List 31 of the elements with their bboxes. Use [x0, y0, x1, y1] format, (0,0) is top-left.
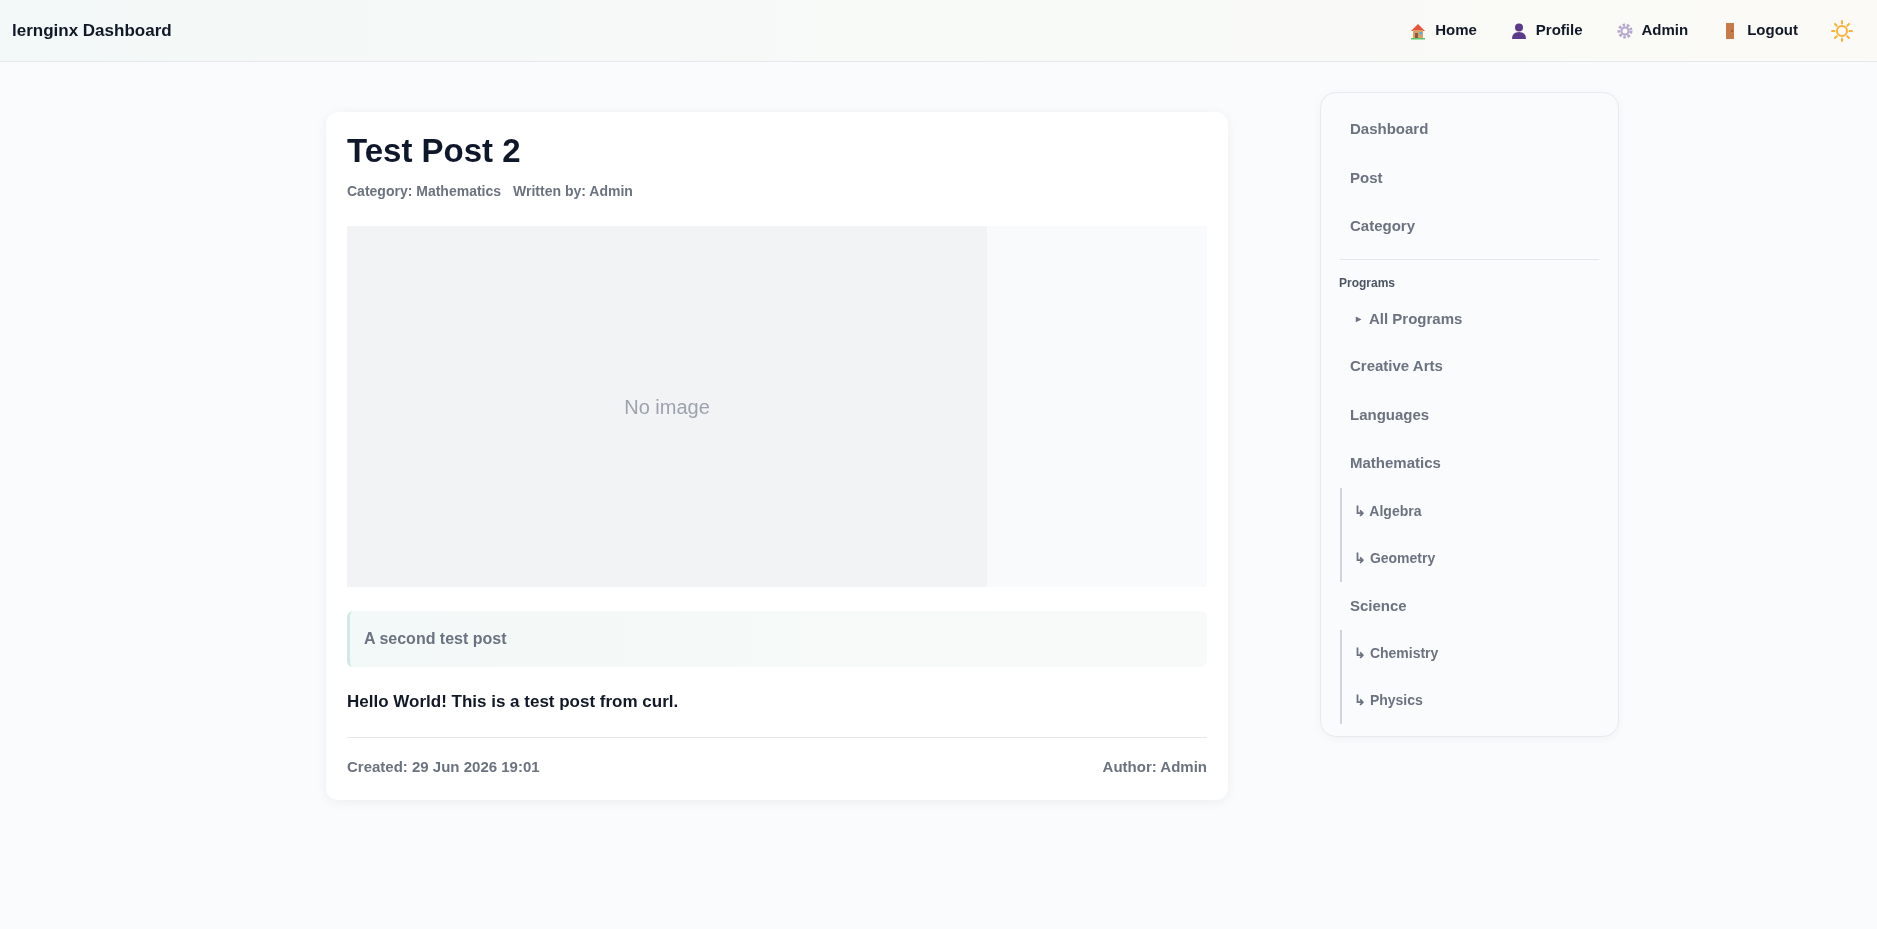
- house-icon: [1409, 21, 1428, 40]
- sidebar-item[interactable]: Creative Arts: [1322, 342, 1617, 391]
- gear-icon: [1615, 21, 1634, 40]
- sidebar-item[interactable]: Mathematics: [1322, 439, 1617, 488]
- sidebar-item[interactable]: Science: [1322, 581, 1617, 630]
- post-title: Test Post 2: [347, 131, 522, 171]
- caret-icon: ▸: [1356, 311, 1361, 327]
- post-body: Hello World! This is a test post from curl.: [347, 691, 680, 714]
- summary-box: A second test post: [347, 611, 1207, 668]
- sidebar-subitem[interactable]: ↳ Chemistry: [1342, 630, 1617, 677]
- nav-link[interactable]: Admin: [1615, 19, 1689, 42]
- sidebar-item[interactable]: Post: [1322, 153, 1617, 202]
- sidebar-item[interactable]: Dashboard: [1322, 105, 1617, 154]
- sidebar-item[interactable]: Category: [1322, 202, 1617, 251]
- nav-link[interactable]: Home: [1409, 19, 1477, 42]
- sidebar-subitem[interactable]: ↳ Algebra: [1342, 487, 1617, 535]
- brand-title: lernginx Dashboard: [12, 19, 172, 42]
- created-date: Created: 29 Jun 2026 19:01: [347, 756, 540, 777]
- sidebar-subitem[interactable]: ↳ Physics: [1342, 677, 1617, 724]
- sun-icon[interactable]: [1831, 19, 1853, 42]
- author-label: Author: Admin: [1102, 756, 1207, 777]
- nav-link[interactable]: Profile: [1509, 19, 1583, 42]
- no-image-text: No image: [624, 394, 710, 420]
- author-label: Written by: Admin: [513, 182, 633, 202]
- sidebar-item[interactable]: Languages: [1322, 390, 1617, 439]
- sidebar-item[interactable]: ▸ All Programs: [1322, 295, 1617, 342]
- nav-link[interactable]: Logout: [1721, 19, 1798, 42]
- section-heading: Programs: [1338, 274, 1397, 292]
- category-label: Category: Mathematics: [347, 182, 502, 202]
- person-icon: [1509, 21, 1528, 40]
- sidebar-subitem[interactable]: ↳ Geometry: [1342, 534, 1617, 582]
